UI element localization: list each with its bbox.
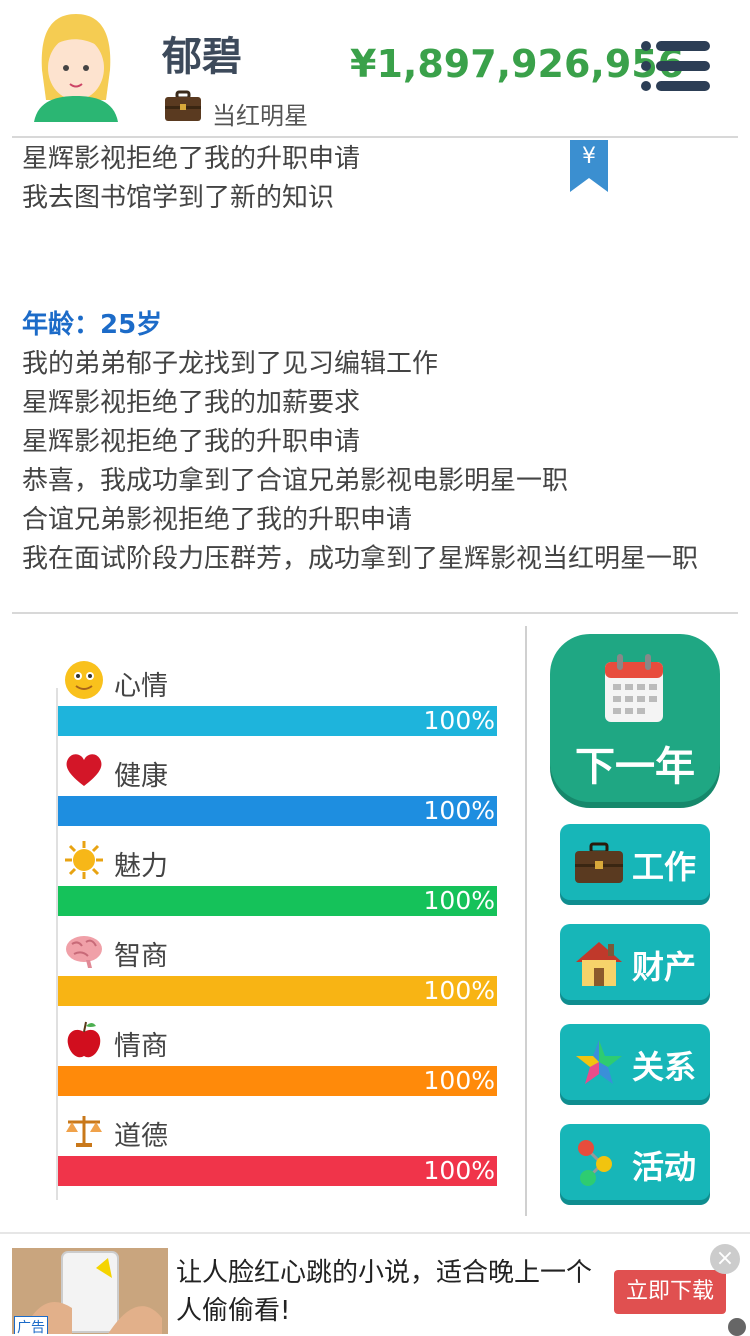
scales-icon (66, 1116, 102, 1147)
stat-value: 100% (423, 886, 495, 915)
activities-label: 活动 (632, 1148, 697, 1186)
log-divider (12, 612, 738, 614)
job-title: 当红明星 (212, 102, 308, 130)
player-name: 郁碧 (162, 34, 242, 80)
stat-bar-health: 100% (58, 796, 497, 826)
ad-banner[interactable]: 广告 让人脸红心跳的小说，适合晚上一个人偷偷看! 立即下载 × (0, 1232, 750, 1336)
stat-value: 100% (423, 976, 495, 1005)
ad-network-icon (728, 1318, 746, 1336)
stat-label-eq: 情商 (114, 1031, 168, 1062)
stat-label-charm: 魅力 (114, 851, 168, 882)
bookmark-symbol: ¥ (582, 144, 596, 169)
ad-image[interactable]: 广告 (12, 1248, 168, 1334)
stats-axis (56, 688, 58, 1200)
log-line: 我在面试阶段力压群芳，成功拿到了星辉影视当红明星一职 (22, 544, 699, 574)
apple-icon (67, 1021, 101, 1058)
menu-icon[interactable] (640, 38, 712, 94)
next-year-label: 下一年 (575, 744, 695, 790)
smiley-icon (65, 661, 103, 699)
relations-button[interactable]: 关系 (560, 1024, 710, 1100)
money-bookmark-icon[interactable]: ¥ (570, 140, 608, 192)
stat-value: 100% (423, 796, 495, 825)
stat-value: 100% (423, 1156, 495, 1185)
assets-button[interactable]: 财产 (560, 924, 710, 1000)
assets-label: 财产 (632, 948, 697, 986)
stat-label-health: 健康 (114, 761, 168, 792)
stat-label-mood: 心情 (114, 671, 168, 702)
stat-value: 100% (423, 1066, 495, 1095)
calendar-icon (605, 654, 663, 722)
heart-icon (66, 754, 102, 786)
log-line: 星辉影视拒绝了我的升职申请 (22, 427, 361, 457)
ad-text[interactable]: 让人脸红心跳的小说，适合晚上一个人偷偷看! (176, 1254, 596, 1330)
log-line: 星辉影视拒绝了我的加薪要求 (22, 388, 361, 418)
ad-tag: 广告 (14, 1316, 48, 1334)
close-icon[interactable]: × (710, 1244, 740, 1274)
briefcase-icon (575, 842, 623, 883)
stat-label-iq: 智商 (114, 941, 168, 972)
house-icon (576, 942, 622, 986)
activities-button[interactable]: 活动 (560, 1124, 710, 1200)
money-balance: ¥1,897,926,956 (350, 42, 685, 86)
ad-download-button[interactable]: 立即下载 (614, 1270, 726, 1314)
stat-label-morality: 道德 (114, 1121, 168, 1152)
event-log[interactable]: 星辉影视拒绝了我的升职申请 我去图书馆学到了新的知识 年龄：25岁 我的弟弟郁子… (22, 140, 732, 610)
panel-divider (525, 626, 527, 1216)
header-divider (12, 136, 738, 138)
stat-bar-eq: 100% (58, 1066, 497, 1096)
next-year-button[interactable]: 下一年 (550, 634, 720, 802)
log-line: 我的弟弟郁子龙找到了见习编辑工作 (22, 349, 439, 379)
stat-bar-charm: 100% (58, 886, 497, 916)
log-line: 合谊兄弟影视拒绝了我的升职申请 (22, 505, 413, 535)
log-line: 恭喜，我成功拿到了合谊兄弟影视电影明星一职 (22, 466, 569, 496)
stat-bar-morality: 100% (58, 1156, 497, 1186)
briefcase-icon (165, 90, 201, 121)
avatar[interactable] (28, 10, 124, 122)
molecule-icon (578, 1140, 612, 1186)
stat-bar-mood: 100% (58, 706, 497, 736)
log-line: 我去图书馆学到了新的知识 (22, 183, 335, 213)
sun-icon (65, 841, 103, 879)
star-icon (576, 1040, 622, 1084)
brain-icon (66, 936, 102, 968)
stat-value: 100% (423, 706, 495, 735)
work-label: 工作 (632, 848, 697, 886)
relations-label: 关系 (632, 1048, 697, 1086)
stat-bar-iq: 100% (58, 976, 497, 1006)
work-button[interactable]: 工作 (560, 824, 710, 900)
age-heading: 年龄：25岁 (22, 310, 163, 340)
log-line: 星辉影视拒绝了我的升职申请 (22, 144, 361, 174)
